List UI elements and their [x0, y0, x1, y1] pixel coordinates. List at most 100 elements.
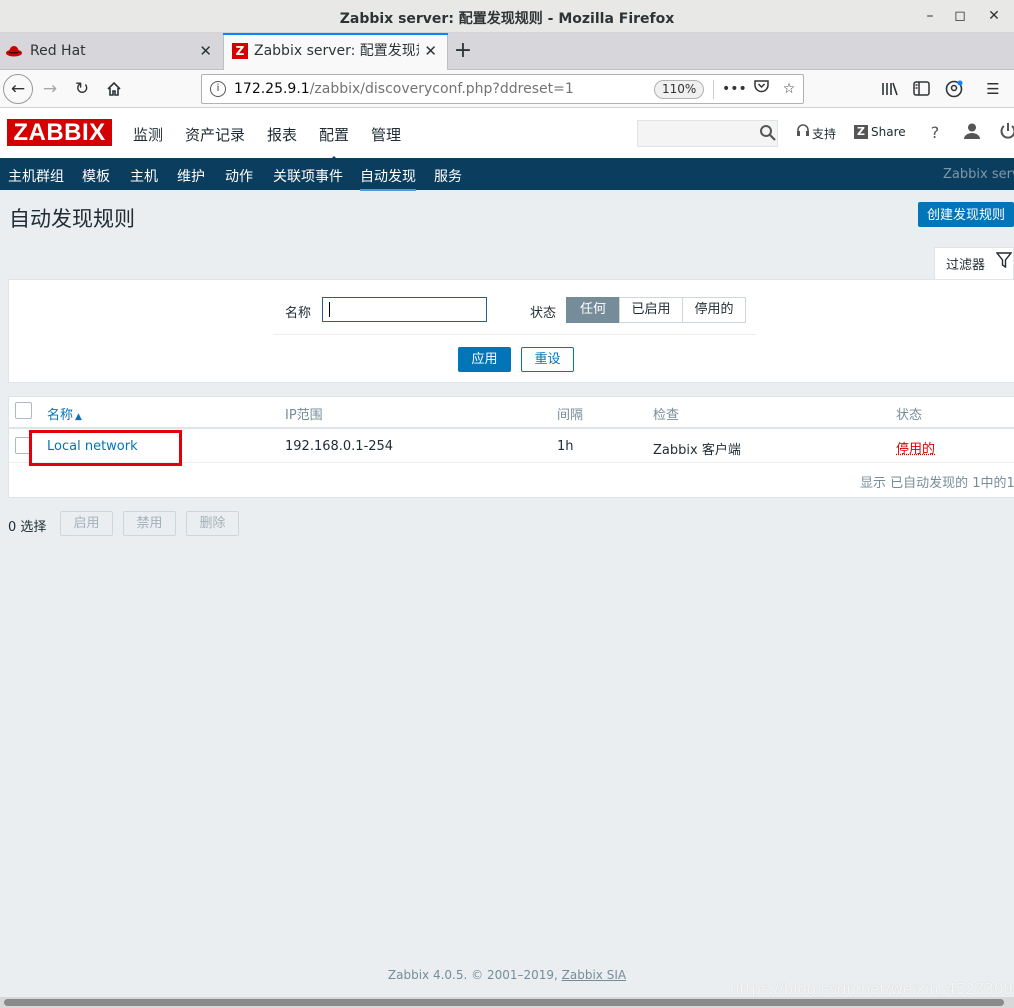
apply-button[interactable]: 应用: [458, 347, 511, 372]
share-link[interactable]: Share: [871, 125, 906, 139]
submenu-templates[interactable]: 模板: [82, 166, 110, 186]
user-profile-icon[interactable]: [962, 122, 982, 144]
support-link[interactable]: 支持: [812, 125, 836, 142]
account-icon[interactable]: [941, 76, 967, 102]
column-status-header: 状态: [896, 404, 922, 423]
url-text[interactable]: 172.25.9.1/zabbix/discoveryconf.php?ddre…: [234, 81, 574, 97]
library-glyph: [881, 81, 899, 97]
back-icon[interactable]: ←: [3, 74, 33, 104]
home-glyph: [106, 81, 122, 97]
page-actions-icon[interactable]: •••: [722, 78, 744, 100]
rule-status-toggle[interactable]: 停用的: [896, 438, 935, 457]
horizontal-scrollbar[interactable]: [0, 997, 1014, 1008]
column-interval-header: 间隔: [557, 404, 583, 423]
footer-sia-link[interactable]: Zabbix SIA: [562, 968, 626, 982]
status-option-enabled[interactable]: 已启用: [619, 297, 683, 323]
new-tab-icon[interactable]: +: [452, 37, 474, 65]
zabbix-favicon-icon: Z: [232, 43, 248, 59]
window-title: Zabbix server: 配置发现规则 - Mozilla Firefox: [0, 8, 1014, 28]
maximize-icon[interactable]: ◻: [949, 6, 971, 26]
tab-close-icon[interactable]: ✕: [199, 33, 212, 70]
account-glyph: [945, 80, 963, 98]
menu-configuration[interactable]: 配置: [319, 124, 349, 145]
minimize-icon[interactable]: –: [919, 6, 941, 26]
filter-divider: [273, 334, 756, 335]
navigation-bar: ← → ↻ i 172.25.9.1/zabbix/discoveryconf.…: [0, 70, 1014, 108]
reset-button[interactable]: 重设: [521, 347, 574, 372]
filter-name-input[interactable]: [322, 297, 487, 322]
csdn-watermark: https://blog.csdn.net/weixin_45233090: [730, 980, 1014, 998]
search-input[interactable]: [637, 120, 778, 147]
submenu-services[interactable]: 服务: [434, 166, 462, 186]
bookmark-star-icon[interactable]: ☆: [778, 78, 800, 100]
server-name: Zabbix server: [943, 167, 1014, 182]
forward-icon[interactable]: →: [36, 75, 64, 103]
rule-interval: 1h: [557, 439, 574, 454]
submenu-maintenance[interactable]: 维护: [177, 166, 205, 186]
sidebar-glyph: [913, 81, 930, 96]
menu-monitoring[interactable]: 监测: [133, 124, 163, 145]
column-name-header[interactable]: 名称 ▲: [47, 404, 82, 423]
headset-icon[interactable]: [793, 123, 813, 145]
filter-tab-label: 过滤器: [946, 254, 985, 273]
scrollbar-thumb[interactable]: [4, 999, 1004, 1006]
tab-label: Zabbix server: 配置发现规则: [254, 33, 419, 70]
submenu-host-groups[interactable]: 主机群组: [8, 166, 64, 186]
rule-ip-range: 192.168.0.1-254: [285, 439, 393, 454]
selected-count: 0 选择: [8, 516, 46, 535]
zabbix-header: ZABBIX 监测 资产记录 报表 配置 管理 支持 Z Share ?: [0, 108, 1014, 158]
redhat-favicon-icon: [6, 45, 22, 57]
menu-administration[interactable]: 管理: [371, 124, 401, 145]
share-z-icon[interactable]: Z: [854, 125, 868, 139]
tab-label: Red Hat: [30, 33, 195, 70]
column-ip-range-header: IP范围: [285, 404, 323, 423]
help-icon[interactable]: ?: [925, 123, 945, 145]
library-icon[interactable]: [877, 76, 903, 102]
rule-checks: Zabbix 客户端: [653, 439, 741, 458]
zoom-level[interactable]: 110%: [654, 80, 704, 99]
search-icon[interactable]: [759, 124, 777, 142]
hamburger-menu-icon[interactable]: ☰: [980, 76, 1006, 102]
url-bar[interactable]: i 172.25.9.1/zabbix/discoveryconf.php?dd…: [201, 74, 804, 104]
pocket-icon[interactable]: [750, 78, 772, 100]
footer-text: Zabbix 4.0.5. © 2001–2019,: [388, 968, 562, 982]
status-option-any[interactable]: 任何: [566, 297, 620, 323]
tab-zabbix[interactable]: Z Zabbix server: 配置发现规则 ✕: [223, 33, 448, 70]
column-name-label: 名称: [47, 408, 73, 423]
pocket-glyph: [754, 79, 769, 93]
submenu-actions[interactable]: 动作: [225, 166, 253, 186]
url-separator: [713, 80, 714, 99]
create-discovery-rule-button[interactable]: 创建发现规则: [918, 202, 1014, 227]
power-glyph: [1000, 122, 1014, 140]
select-all-checkbox[interactable]: [15, 402, 32, 419]
submenu-correlation[interactable]: 关联项事件: [273, 166, 343, 186]
submenu-hosts[interactable]: 主机: [130, 166, 158, 186]
mass-disable-button[interactable]: 禁用: [123, 511, 176, 536]
zabbix-logo[interactable]: ZABBIX: [7, 119, 112, 146]
signout-icon[interactable]: [998, 122, 1014, 144]
window-titlebar: Zabbix server: 配置发现规则 - Mozilla Firefox …: [0, 0, 1014, 33]
tab-close-icon[interactable]: ✕: [424, 33, 437, 70]
reload-icon[interactable]: ↻: [68, 75, 96, 103]
user-glyph: [963, 122, 981, 140]
status-option-disabled[interactable]: 停用的: [682, 297, 746, 323]
mass-delete-button[interactable]: 删除: [186, 511, 239, 536]
site-info-icon[interactable]: i: [210, 81, 226, 97]
sidebar-icon[interactable]: [908, 76, 934, 102]
sort-ascending-icon: ▲: [75, 412, 82, 422]
filter-name-label: 名称: [285, 302, 311, 321]
menu-inventory[interactable]: 资产记录: [185, 124, 245, 145]
home-icon[interactable]: [100, 75, 128, 103]
text-caret: [329, 302, 330, 317]
sub-menu: 主机群组 模板 主机 维护 动作 关联项事件 自动发现 服务 Zabbix se…: [0, 158, 1014, 190]
filter-status-label: 状态: [530, 302, 556, 321]
close-window-icon[interactable]: ✕: [983, 6, 1005, 26]
column-checks-header: 检查: [653, 404, 679, 423]
table-header-row: 名称 ▲ IP范围 间隔 检查 状态: [9, 397, 1014, 429]
tab-redhat[interactable]: Red Hat ✕: [0, 33, 222, 70]
red-highlight-annotation: [29, 430, 182, 466]
submenu-discovery[interactable]: 自动发现: [360, 166, 416, 191]
filter-tab[interactable]: 过滤器: [934, 247, 1014, 280]
menu-reports[interactable]: 报表: [267, 124, 297, 145]
mass-enable-button[interactable]: 启用: [60, 511, 113, 536]
